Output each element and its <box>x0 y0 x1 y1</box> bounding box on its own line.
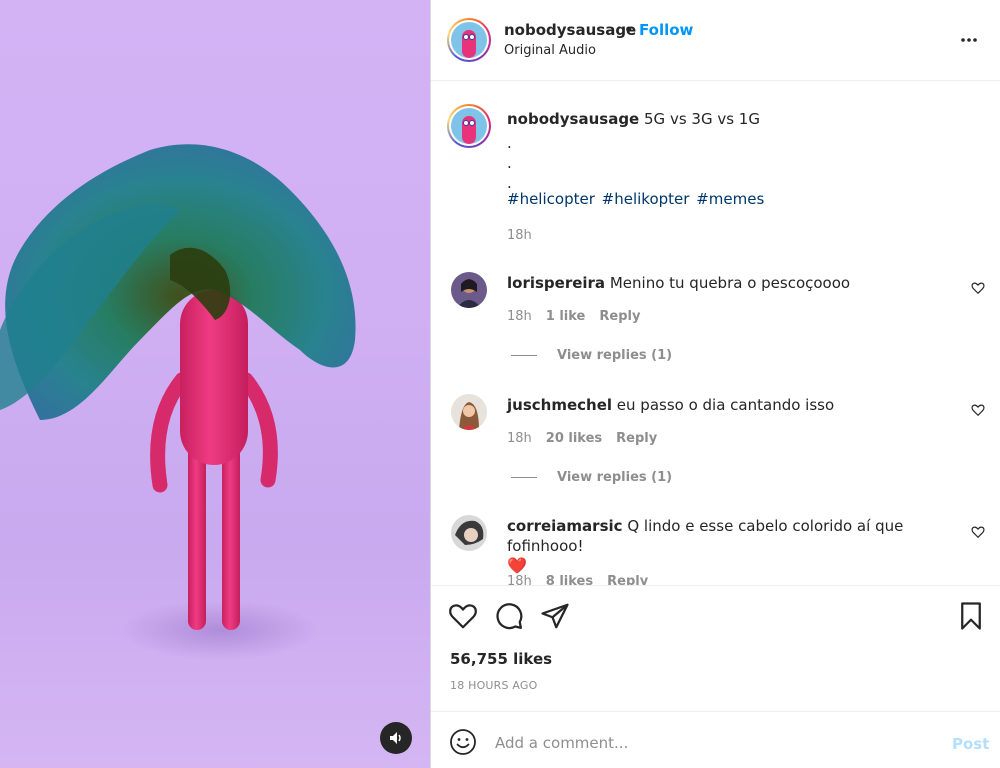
comment-username[interactable]: lorispereira <box>507 274 605 292</box>
comment-heart-icon[interactable] <box>971 281 985 295</box>
view-replies-label: View replies (1) <box>557 348 673 363</box>
comment-text-line: juschmechel eu passo o dia cantando isso <box>507 395 957 415</box>
comment-meta: 18h 8 likes Reply <box>507 574 648 585</box>
more-horizontal-icon[interactable] <box>959 30 979 50</box>
comment-like-count[interactable]: 1 like <box>546 309 586 324</box>
caption-dot: . <box>507 134 512 152</box>
comments-list[interactable]: nobodysausage 5G vs 3G vs 1G . . . #heli… <box>431 82 1000 585</box>
sausage-character-illustration <box>0 144 356 630</box>
comment-item: correiamarsic Q lindo e esse cabelo colo… <box>431 515 1000 585</box>
caption-text-line: nobodysausage 5G vs 3G vs 1G <box>507 109 977 129</box>
post-details-panel: nobodysausage • Follow Original Audio no… <box>431 0 1000 768</box>
comment-text-line: lorispereira Menino tu quebra o pescoçoo… <box>507 273 957 293</box>
caption-timestamp[interactable]: 18h <box>507 228 532 243</box>
caption-username[interactable]: nobodysausage <box>507 110 639 128</box>
view-replies-label: View replies (1) <box>557 470 673 485</box>
caption-hashtags: #helicopter #helikopter #memes <box>507 190 766 208</box>
caption-avatar[interactable] <box>447 104 491 148</box>
comment-emoji: ❤️ <box>507 556 527 575</box>
likes-count[interactable]: 56,755 likes <box>450 650 552 668</box>
follow-button[interactable]: Follow <box>639 21 693 39</box>
comment-time[interactable]: 18h <box>507 309 532 324</box>
paper-plane-icon[interactable] <box>540 601 570 631</box>
caption-dots: . . . <box>507 133 512 193</box>
actions-separator <box>431 585 1000 586</box>
sound-toggle-button[interactable] <box>380 722 412 754</box>
post-header: nobodysausage • Follow Original Audio <box>431 0 1000 81</box>
comment-time[interactable]: 18h <box>507 574 532 585</box>
caption-text: 5G vs 3G vs 1G <box>644 110 760 128</box>
commenter-avatar[interactable] <box>451 394 487 430</box>
sausage-avatar-icon <box>462 30 476 58</box>
comment-input[interactable] <box>495 730 915 756</box>
view-replies-button[interactable]: View replies (1) <box>511 348 672 363</box>
hashtag-link[interactable]: #helicopter <box>507 190 595 208</box>
separator-dot: • <box>624 21 634 39</box>
sausage-avatar-icon <box>462 116 476 144</box>
commenter-avatar[interactable] <box>451 515 487 551</box>
smiley-icon[interactable] <box>449 728 477 756</box>
reply-button[interactable]: Reply <box>616 431 657 446</box>
comment-meta: 18h 20 likes Reply <box>507 431 657 446</box>
heart-icon[interactable] <box>448 601 478 631</box>
comment-icon[interactable] <box>494 601 524 631</box>
commenter-avatar[interactable] <box>451 272 487 308</box>
comment-meta: 18h 1 like Reply <box>507 309 640 324</box>
hashtag-link[interactable]: #helikopter <box>602 190 690 208</box>
comment-like-count[interactable]: 8 likes <box>546 574 593 585</box>
hashtag-link[interactable]: #memes <box>696 190 764 208</box>
comment-username[interactable]: juschmechel <box>507 396 612 414</box>
reply-button[interactable]: Reply <box>599 309 640 324</box>
comment-username[interactable]: correiamarsic <box>507 517 623 535</box>
comment-heart-icon[interactable] <box>971 403 985 417</box>
audio-label[interactable]: Original Audio <box>504 43 596 58</box>
post-comment-button[interactable]: Post <box>952 735 989 753</box>
author-avatar[interactable] <box>447 18 491 62</box>
bookmark-icon[interactable] <box>956 601 986 631</box>
reply-button[interactable]: Reply <box>607 574 648 585</box>
comment-item: lorispereira Menino tu quebra o pescoçoo… <box>431 272 1000 392</box>
comment-text: Menino tu quebra o pescoçoooo <box>609 274 851 292</box>
add-comment-bar: Post <box>431 711 1000 768</box>
speaker-icon <box>390 732 401 744</box>
comment-item: juschmechel eu passo o dia cantando isso… <box>431 394 1000 514</box>
comment-text-line: correiamarsic Q lindo e esse cabelo colo… <box>507 516 957 576</box>
caption-dot: . <box>507 154 512 172</box>
post-timestamp[interactable]: 18 HOURS AGO <box>450 679 538 692</box>
author-username[interactable]: nobodysausage <box>504 21 636 39</box>
comment-text: eu passo o dia cantando isso <box>616 396 835 414</box>
post-media[interactable] <box>0 0 430 768</box>
comment-heart-icon[interactable] <box>971 525 985 539</box>
view-replies-button[interactable]: View replies (1) <box>511 470 672 485</box>
replies-line <box>511 355 537 356</box>
comment-like-count[interactable]: 20 likes <box>546 431 602 446</box>
replies-line <box>511 477 537 478</box>
comment-time[interactable]: 18h <box>507 431 532 446</box>
